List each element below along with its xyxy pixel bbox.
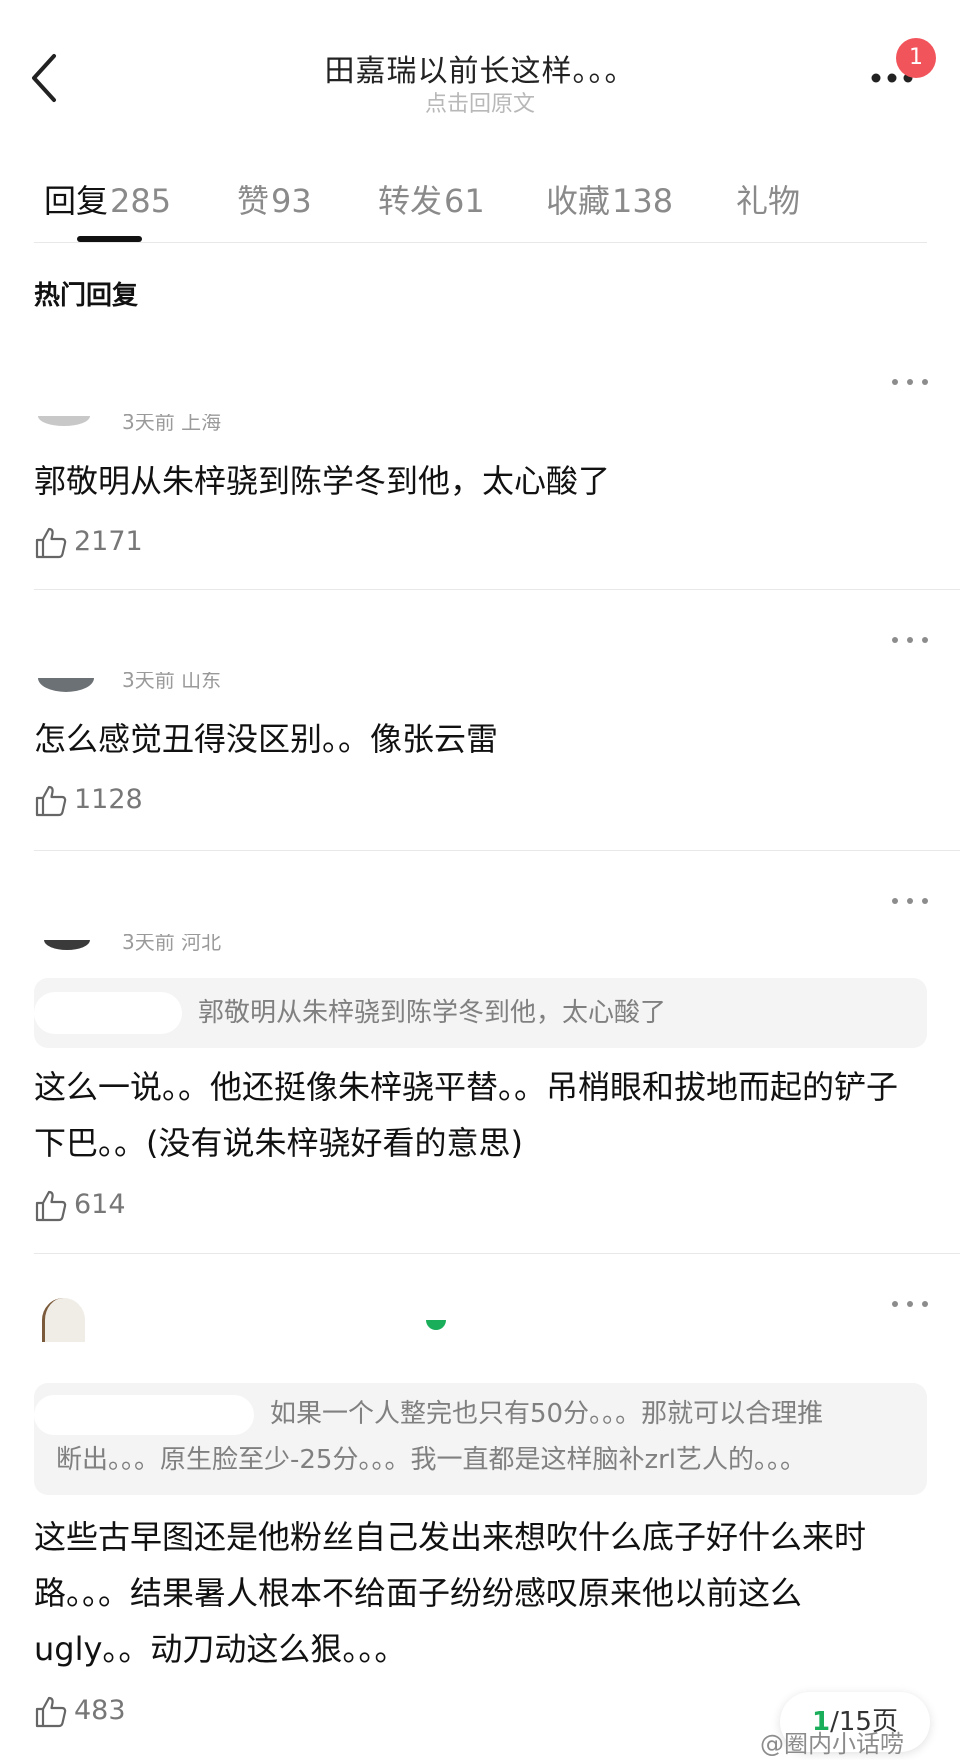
like-button[interactable]: 2171 (34, 524, 154, 564)
comment-more-button[interactable] (892, 376, 930, 388)
tab-label: 赞 (237, 182, 270, 220)
thumbs-up-icon (35, 1190, 67, 1222)
section-title: 热门回复 (34, 281, 139, 311)
comment-meta: 3天前 上海 (122, 410, 222, 434)
dot-icon (892, 1301, 898, 1307)
quoted-text-line: 断出。。。原生脸至少-25分。。。我一直都是这样脑补zrl艺人的。。。 (56, 1445, 807, 1475)
tab-gifts[interactable]: 礼物 (736, 176, 800, 222)
tab-label: 收藏 (546, 182, 611, 220)
like-count: 1128 (74, 784, 143, 815)
comment-text: 这些古早图还是他粉丝自己发出来想吹什么底子好什么来时路。。。结果暑人根本不给面子… (34, 1518, 867, 1668)
back-to-original-link[interactable]: 点击回原文 (0, 86, 960, 118)
thumbs-up-icon (35, 527, 67, 559)
dot-icon (892, 637, 898, 643)
quoted-text-line: 如果一个人整完也只有50分。。。那就可以合理推 (270, 1399, 824, 1429)
dot-icon (907, 637, 913, 643)
comment-meta: 3天前 河北 (122, 930, 222, 954)
avatar[interactable] (38, 678, 94, 692)
tab-reposts[interactable]: 转发61 (378, 176, 485, 222)
tab-count: 61 (444, 182, 485, 220)
tab-label: 转发 (378, 182, 443, 220)
dot-icon (892, 898, 898, 904)
watermark: @圈内小话唠 (760, 1730, 904, 1758)
comment-divider (34, 850, 960, 851)
dot-icon (922, 898, 928, 904)
comment-divider (34, 1253, 960, 1254)
dot-icon (907, 379, 913, 385)
tab-replies[interactable]: 回复285 (44, 176, 171, 222)
tab-likes[interactable]: 赞93 (237, 176, 312, 222)
verified-mark (426, 1320, 446, 1330)
thumbs-up-icon (35, 785, 67, 817)
quoted-comment[interactable]: 如果一个人整完也只有50分。。。那就可以合理推 断出。。。原生脸至少-25分。。… (34, 1383, 927, 1495)
tab-label: 礼物 (736, 182, 801, 220)
comment-divider (34, 589, 960, 590)
dot-icon (907, 898, 913, 904)
tab-count: 138 (612, 182, 674, 220)
like-button[interactable]: 1128 (34, 782, 154, 822)
tab-count: 285 (110, 182, 172, 220)
comment-text: 怎么感觉丑得没区别。。像张云雷 (34, 720, 499, 758)
tab-favorites[interactable]: 收藏138 (546, 176, 673, 222)
tabs-divider (34, 242, 927, 243)
thumbs-up-icon (35, 1696, 67, 1728)
comment-more-button[interactable] (892, 895, 930, 907)
quoted-author-mask (34, 992, 182, 1034)
dot-icon (892, 379, 898, 385)
comment-meta: 3天前 山东 (122, 668, 222, 692)
like-count: 483 (74, 1695, 126, 1726)
quoted-text: 郭敬明从朱梓骁到陈学冬到他，太心酸了 (198, 998, 667, 1028)
comment-more-button[interactable] (892, 1298, 930, 1310)
tab-count: 93 (271, 182, 312, 220)
avatar[interactable] (42, 1298, 85, 1342)
like-count: 2171 (74, 526, 143, 557)
dot-icon (922, 1301, 928, 1307)
post-title: 田嘉瑞以前长这样。。。 (324, 54, 636, 89)
avatar[interactable] (44, 940, 90, 950)
tab-label: 回复 (44, 182, 109, 220)
notification-badge: 1 (896, 38, 936, 78)
quoted-author-mask (34, 1395, 254, 1435)
like-button[interactable]: 614 (34, 1187, 154, 1227)
avatar[interactable] (38, 416, 90, 426)
dot-icon (922, 379, 928, 385)
comment-text: 这么一说。。他还挺像朱梓骁平替。。吊梢眼和拔地而起的铲子下巴。。(没有说朱梓骁好… (34, 1068, 899, 1162)
comment-more-button[interactable] (892, 634, 930, 646)
like-count: 614 (74, 1189, 126, 1220)
dot-icon (922, 637, 928, 643)
like-button[interactable]: 483 (34, 1693, 154, 1733)
dot-icon (907, 1301, 913, 1307)
comment-text: 郭敬明从朱梓骁到陈学冬到他，太心酸了 (34, 462, 611, 500)
quoted-comment[interactable]: 郭敬明从朱梓骁到陈学冬到他，太心酸了 (34, 978, 927, 1048)
